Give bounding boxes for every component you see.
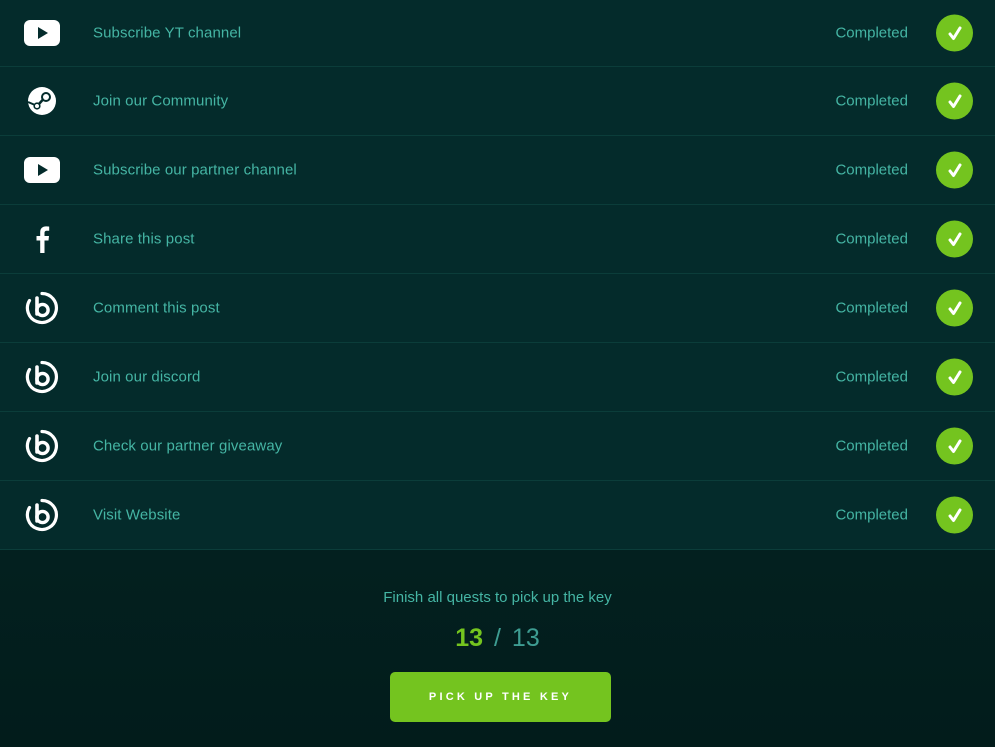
completed-check-button[interactable] [936, 427, 973, 465]
quest-status: Completed [835, 24, 908, 42]
checkmark-icon [948, 163, 961, 177]
quest-title[interactable]: Check our partner giveaway [93, 438, 282, 455]
quest-row: Check our partner giveaway Completed [0, 412, 995, 481]
completed-check-button[interactable] [936, 14, 973, 52]
completed-check-button[interactable] [936, 358, 973, 396]
quest-status: Completed [835, 92, 908, 110]
checkmark-icon [948, 439, 961, 453]
quest-title[interactable]: Subscribe YT channel [93, 25, 241, 42]
quest-status: Completed [835, 161, 908, 179]
quest-row: Join our Community Completed [0, 67, 995, 136]
brand-b-icon [24, 428, 60, 464]
completed-check-button[interactable] [936, 82, 973, 120]
brand-b-icon [24, 359, 60, 395]
progress-current: 13 [455, 624, 484, 652]
quest-status: Completed [835, 368, 908, 386]
quest-title[interactable]: Share this post [93, 231, 195, 248]
quest-footer: Finish all quests to pick up the key 13 … [0, 550, 995, 747]
brand-b-icon [24, 290, 60, 326]
progress-separator: / [494, 624, 501, 652]
quest-row: Comment this post Completed [0, 274, 995, 343]
quest-title[interactable]: Comment this post [93, 300, 220, 317]
facebook-icon [24, 221, 60, 257]
quest-status: Completed [835, 506, 908, 524]
completed-check-button[interactable] [936, 151, 973, 189]
checkmark-icon [948, 301, 961, 315]
checkmark-icon [948, 94, 961, 108]
quest-status: Completed [835, 299, 908, 317]
progress-total: 13 [511, 624, 540, 652]
quest-row: Visit Website Completed [0, 481, 995, 550]
quest-progress: 13 / 13 [0, 624, 995, 653]
checkmark-icon [948, 370, 961, 384]
checkmark-icon [948, 508, 961, 522]
checkmark-icon [948, 232, 961, 246]
quest-list: Subscribe YT channel Completed Join our … [0, 0, 995, 550]
youtube-icon [24, 152, 60, 188]
finish-quests-note: Finish all quests to pick up the key [383, 589, 612, 606]
quest-title[interactable]: Subscribe our partner channel [93, 162, 297, 179]
quest-status: Completed [835, 437, 908, 455]
quest-title[interactable]: Visit Website [93, 507, 180, 524]
quest-row: Join our discord Completed [0, 343, 995, 412]
checkmark-icon [948, 26, 961, 40]
pick-up-key-button[interactable]: PICK UP THE KEY [390, 672, 611, 722]
youtube-icon [24, 15, 60, 51]
steam-icon [24, 83, 60, 119]
completed-check-button[interactable] [936, 220, 973, 258]
quest-row: Subscribe our partner channel Completed [0, 136, 995, 205]
quest-title[interactable]: Join our discord [93, 369, 201, 386]
quest-title[interactable]: Join our Community [93, 93, 228, 110]
quest-row: Subscribe YT channel Completed [0, 0, 995, 67]
brand-b-icon [24, 497, 60, 533]
completed-check-button[interactable] [936, 496, 973, 534]
completed-check-button[interactable] [936, 289, 973, 327]
quest-status: Completed [835, 230, 908, 248]
quest-row: Share this post Completed [0, 205, 995, 274]
